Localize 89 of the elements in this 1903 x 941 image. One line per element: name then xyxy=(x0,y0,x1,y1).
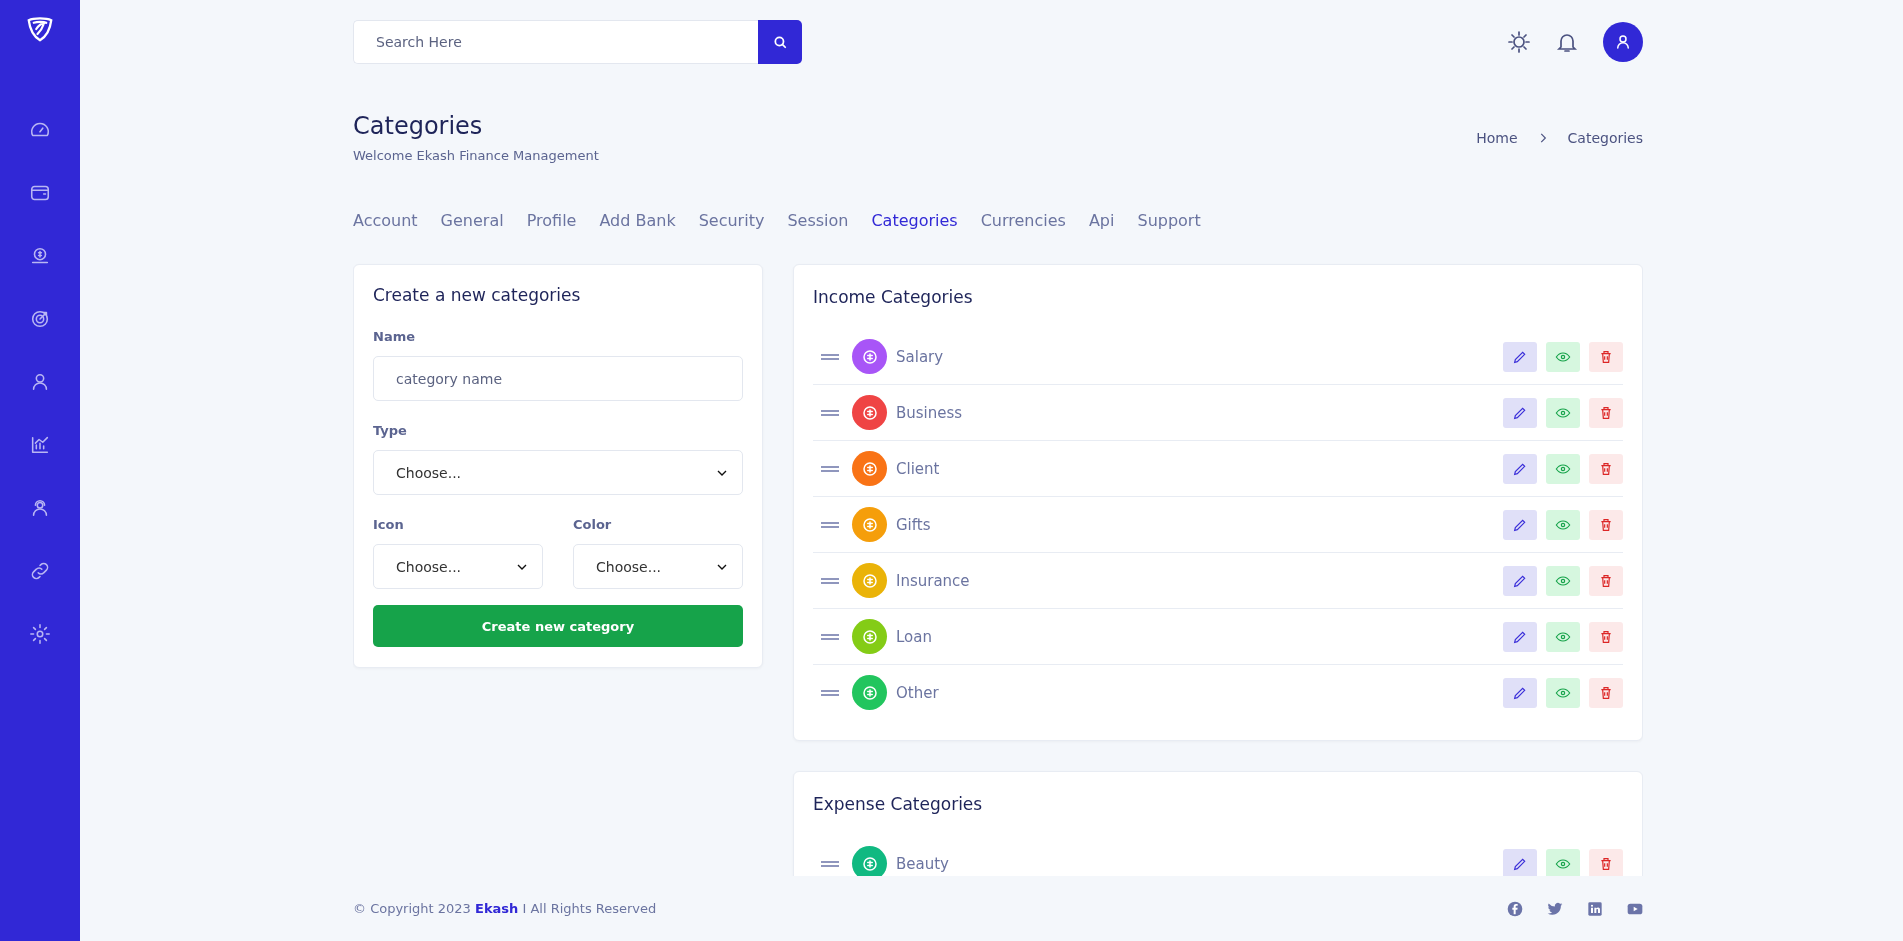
linkedin-icon[interactable] xyxy=(1587,900,1603,917)
name-input-field[interactable]: category name xyxy=(373,356,743,401)
settings-tab[interactable]: Categories xyxy=(871,211,958,230)
type-select[interactable]: Choose... xyxy=(373,450,743,495)
settings-icon[interactable] xyxy=(29,623,51,645)
delete-button[interactable] xyxy=(1589,453,1623,484)
link-icon[interactable] xyxy=(29,560,51,582)
category-name: Beauty xyxy=(896,854,949,873)
drag-handle-icon[interactable] xyxy=(820,407,840,418)
category-name: Salary xyxy=(896,347,944,366)
delete-button[interactable] xyxy=(1589,565,1623,596)
view-button[interactable] xyxy=(1546,677,1580,708)
view-button[interactable] xyxy=(1546,621,1580,652)
trash-icon xyxy=(1598,516,1614,533)
trash-icon xyxy=(1598,460,1614,477)
edit-button[interactable] xyxy=(1503,677,1537,708)
settings-tab[interactable]: Session xyxy=(787,211,849,230)
edit-button[interactable] xyxy=(1503,565,1537,596)
delete-button[interactable] xyxy=(1589,341,1623,372)
settings-tab[interactable]: Security xyxy=(698,211,765,230)
view-button[interactable] xyxy=(1546,341,1580,372)
trash-icon xyxy=(1598,572,1614,589)
delete-button[interactable] xyxy=(1589,509,1623,540)
drag-handle-icon[interactable] xyxy=(820,463,840,474)
search-field[interactable]: Search Here xyxy=(353,20,758,64)
card-title: Income Categories xyxy=(813,287,974,307)
page-subtitle: Welcome Ekash Finance Management xyxy=(353,148,599,163)
category-name: Loan xyxy=(896,627,932,646)
card-title: Create a new categories xyxy=(373,285,582,305)
settings-tab[interactable]: Profile xyxy=(526,211,577,230)
search-button[interactable] xyxy=(758,20,802,64)
search-icon xyxy=(773,35,787,49)
field-label: Icon xyxy=(373,517,405,532)
delete-button[interactable] xyxy=(1589,677,1623,708)
drag-handle-icon[interactable] xyxy=(820,687,840,698)
chart-icon[interactable] xyxy=(29,434,51,456)
view-button[interactable] xyxy=(1546,453,1580,484)
drag-handle-icon[interactable] xyxy=(820,519,840,530)
trash-icon xyxy=(1598,404,1614,421)
drag-handle-icon[interactable] xyxy=(820,631,840,642)
edit-button[interactable] xyxy=(1503,397,1537,428)
view-button[interactable] xyxy=(1546,397,1580,428)
edit-button[interactable] xyxy=(1503,509,1537,540)
page-title: Categories xyxy=(353,112,484,140)
view-button[interactable] xyxy=(1546,848,1580,876)
settings-tab[interactable]: Support xyxy=(1137,211,1201,230)
settings-tab[interactable]: Api xyxy=(1088,211,1115,230)
category-name: Other xyxy=(896,683,939,702)
drag-handle-icon[interactable] xyxy=(820,575,840,586)
drag-handle-icon[interactable] xyxy=(820,351,840,362)
twitter-icon[interactable] xyxy=(1547,900,1563,917)
settings-tab[interactable]: Currencies xyxy=(980,211,1066,230)
settings-tab[interactable]: Account xyxy=(353,211,418,230)
breadcrumb-link[interactable]: Categories xyxy=(1567,129,1643,146)
copyright-text: © Copyright 2023 Ekash I All Rights Reserved xyxy=(353,901,657,916)
breadcrumb-link[interactable]: Home xyxy=(1476,129,1518,146)
view-button[interactable] xyxy=(1546,565,1580,596)
category-name: Business xyxy=(896,403,963,422)
card-title: Expense Categories xyxy=(813,794,984,814)
delete-button[interactable] xyxy=(1589,848,1623,876)
view-button[interactable] xyxy=(1546,509,1580,540)
facebook-icon[interactable] xyxy=(1507,900,1523,917)
edit-button[interactable] xyxy=(1503,621,1537,652)
settings-tab[interactable]: Add Bank xyxy=(599,211,676,230)
trash-icon xyxy=(1598,855,1614,872)
delete-button[interactable] xyxy=(1589,621,1623,652)
trash-icon xyxy=(1598,348,1614,365)
category-name: Gifts xyxy=(896,515,931,534)
trash-icon xyxy=(1598,628,1614,645)
target-icon[interactable] xyxy=(29,308,51,330)
field-label: Type xyxy=(373,423,408,438)
trash-icon xyxy=(1598,684,1614,701)
edit-button[interactable] xyxy=(1503,453,1537,484)
theme-toggle-icon[interactable] xyxy=(1507,30,1531,54)
shield-logo-icon[interactable] xyxy=(25,14,55,44)
edit-button[interactable] xyxy=(1503,341,1537,372)
color-select[interactable]: Choose... xyxy=(573,544,743,589)
category-name: Client xyxy=(896,459,940,478)
delete-button[interactable] xyxy=(1589,397,1623,428)
user-avatar[interactable] xyxy=(1603,22,1643,62)
drag-handle-icon[interactable] xyxy=(820,858,840,869)
field-label: Color xyxy=(573,517,613,532)
field-label: Name xyxy=(373,329,416,344)
create-category-button[interactable]: Create new category xyxy=(373,605,743,647)
icon-select[interactable]: Choose... xyxy=(373,544,543,589)
edit-button[interactable] xyxy=(1503,848,1537,876)
category-name: Insurance xyxy=(896,571,970,590)
settings-tab[interactable]: General xyxy=(440,211,504,230)
brand-link[interactable]: Ekash xyxy=(475,901,519,916)
